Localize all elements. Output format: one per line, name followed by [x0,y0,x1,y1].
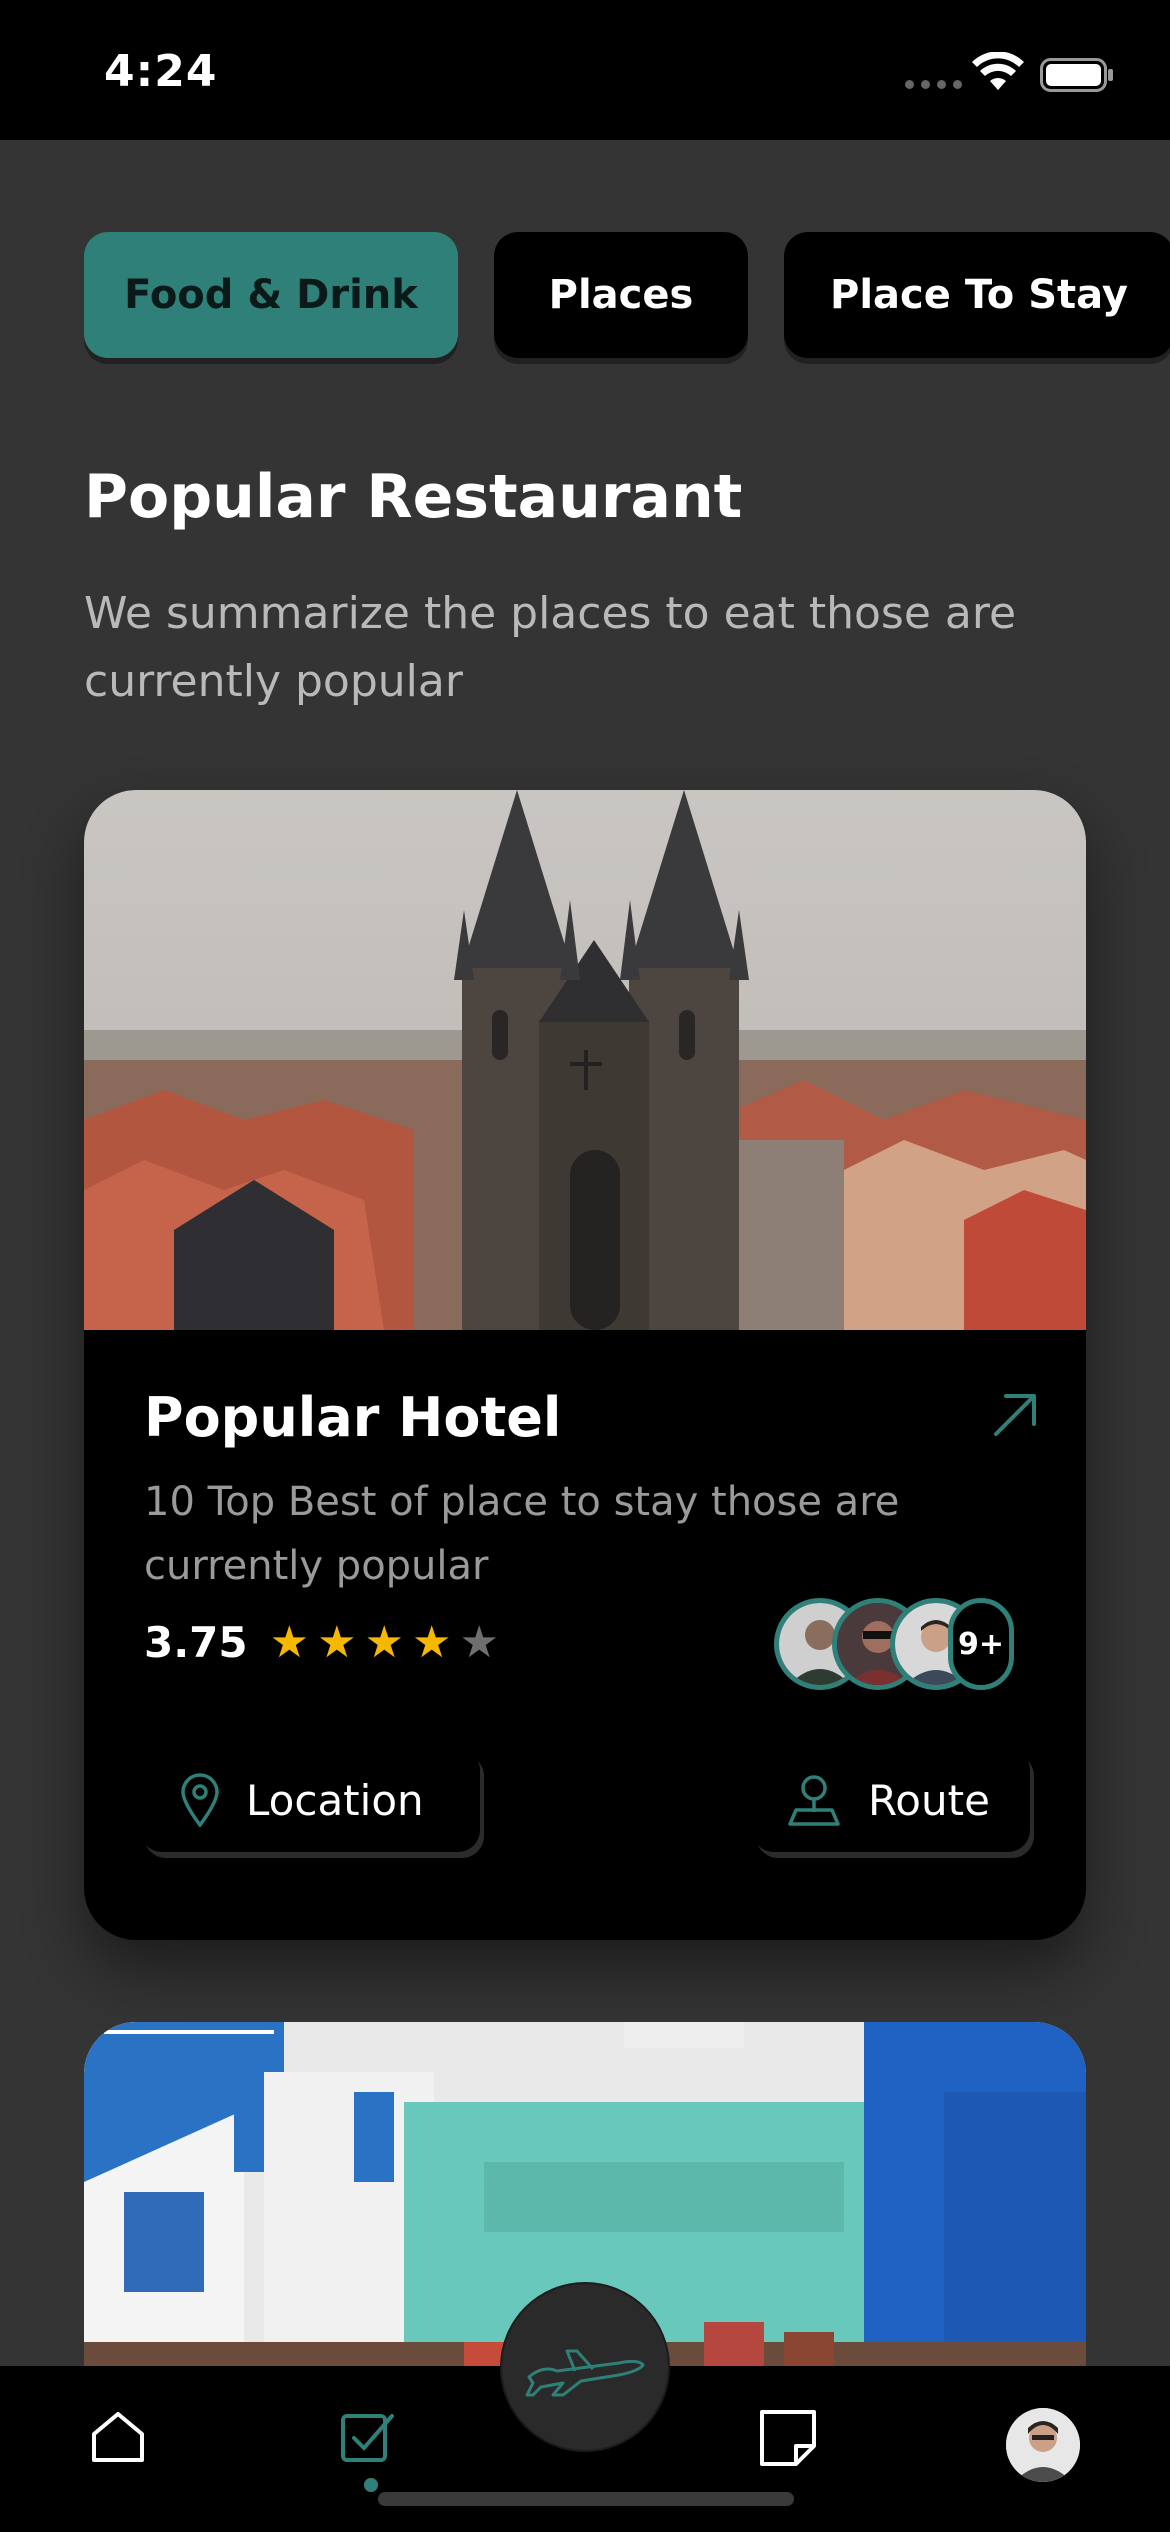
section-description: We summarize the places to eat those are… [84,588,1017,707]
star-icon: ★ [269,1616,310,1668]
battery-icon [1040,58,1113,92]
flight-button[interactable] [502,2284,668,2450]
tasks-icon[interactable] [338,2406,398,2466]
star-icon: ★ [412,1616,452,1668]
active-indicator-dot [364,2478,378,2492]
status-time: 4:24 [104,46,218,97]
visitor-avatars[interactable]: 9+ [774,1598,1014,1694]
home-icon[interactable] [88,2406,148,2466]
more-avatars-badge: 9+ [948,1598,1014,1690]
route-icon [786,1772,842,1828]
star-icon: ★ [317,1616,357,1668]
tab-food-drink[interactable]: Food & Drink [84,232,458,358]
card-description: 10 Top Best of place to stay those are c… [144,1479,900,1589]
profile-avatar[interactable] [1006,2408,1080,2482]
signal-icon [905,80,962,89]
location-pin-icon [180,1773,220,1827]
card-photo [84,790,1086,1330]
route-button[interactable]: Route [752,1748,1030,1852]
tab-places[interactable]: Places [494,232,748,358]
status-bar: 4:24 [0,0,1170,140]
section-title: Popular Restaurant [84,462,743,532]
home-indicator [378,2492,794,2506]
rating: 3.75 ★ ★ ★ ★ ★ [144,1618,499,1667]
arrow-up-right-icon[interactable] [990,1390,1040,1440]
notes-icon[interactable] [756,2406,820,2470]
location-label: Location [246,1775,424,1825]
star-icon: ★ [364,1616,404,1668]
category-tabs: Food & Drink Places Place To Stay [84,232,1170,358]
tab-place-to-stay[interactable]: Place To Stay [784,232,1170,358]
star-empty-icon: ★ [459,1616,499,1668]
plane-icon [525,2349,645,2397]
location-button[interactable]: Location [140,1748,480,1852]
star-rating: ★ ★ ★ ★ ★ [269,1616,499,1668]
rating-value: 3.75 [144,1618,248,1667]
hotel-card[interactable]: Popular Hotel 10 Top Best of place to st… [84,790,1086,1940]
card-title: Popular Hotel [144,1386,562,1449]
route-label: Route [868,1775,990,1825]
wifi-icon [972,52,1024,90]
